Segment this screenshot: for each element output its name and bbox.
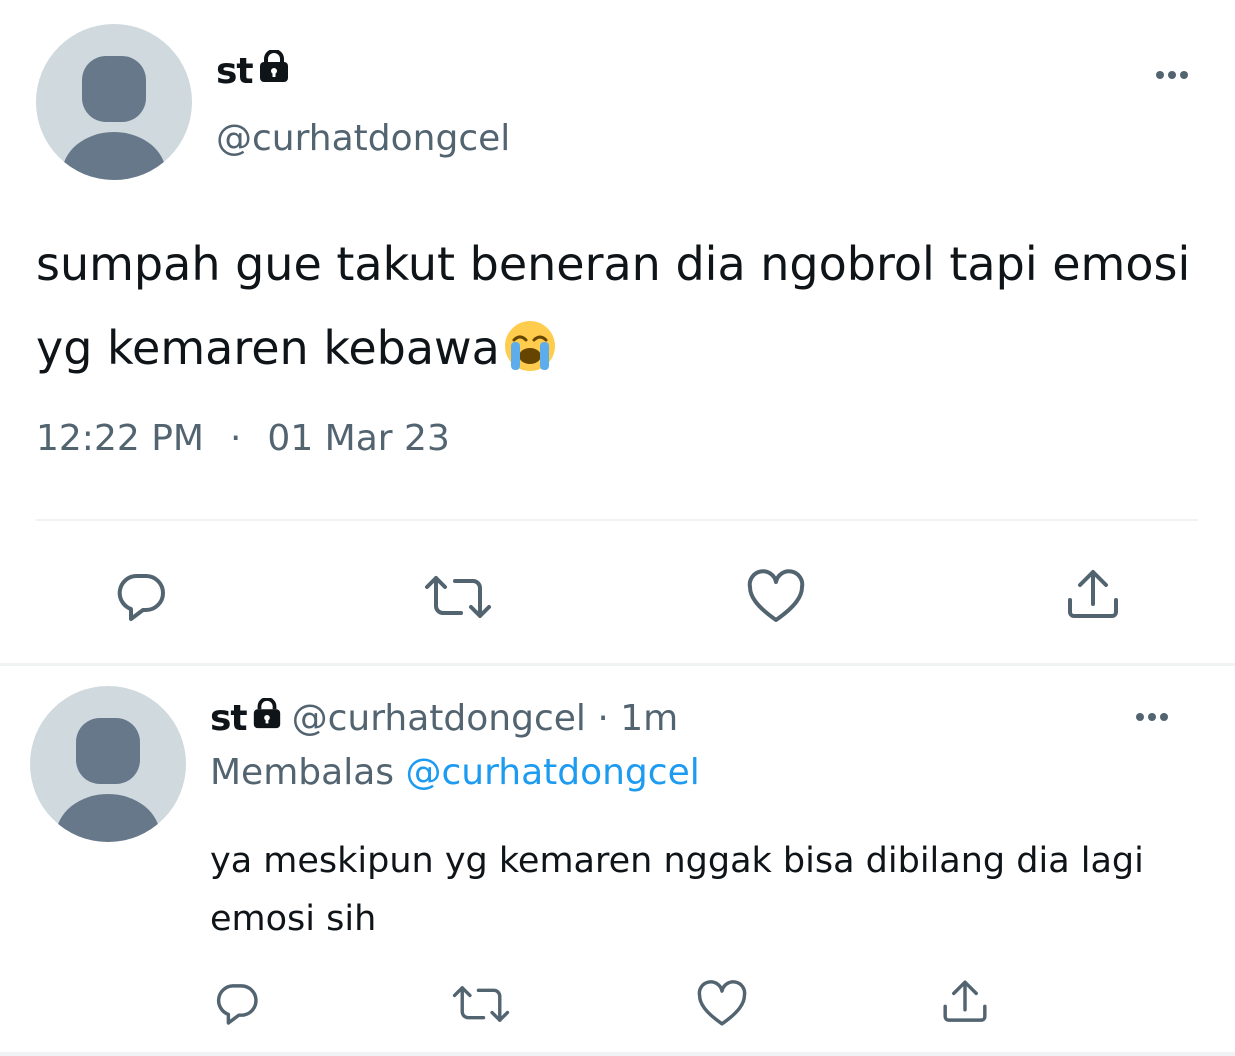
lock-icon <box>250 697 284 739</box>
like-icon[interactable] <box>746 568 806 630</box>
divider <box>36 519 1198 521</box>
tweet-actions <box>0 560 1235 630</box>
reply-text: ya meskipun yg kemaren nggak bisa dibila… <box>210 841 1144 939</box>
loudly-crying-face-icon <box>502 316 558 400</box>
divider <box>0 1052 1235 1056</box>
like-icon[interactable] <box>696 979 748 1033</box>
reply-icon[interactable] <box>212 979 262 1033</box>
replying-to-label: Membalas <box>210 752 395 793</box>
default-avatar-icon <box>62 56 166 180</box>
replying-to-mention[interactable]: @curhatdongcel <box>405 752 699 793</box>
retweet-icon[interactable] <box>424 568 492 630</box>
display-name-text: st <box>216 51 254 92</box>
separator-dot: · <box>229 418 242 459</box>
reply-header: st @curhatdongcel · 1m <box>210 697 679 739</box>
share-icon[interactable] <box>940 977 990 1031</box>
reply-actions <box>0 975 1235 1035</box>
handle[interactable]: @curhatdongcel <box>216 118 510 159</box>
lock-icon <box>256 49 292 93</box>
replying-to: Membalas @curhatdongcel <box>210 752 700 793</box>
tweet-text-body: sumpah gue takut beneran dia ngobrol tap… <box>36 237 1191 375</box>
tweet-separator <box>0 663 1235 666</box>
tweet-text: sumpah gue takut beneran dia ngobrol tap… <box>36 222 1196 400</box>
tweet-date: 01 Mar 23 <box>267 418 450 459</box>
tweet-timestamp[interactable]: 12:22 PM · 01 Mar 23 <box>36 418 450 459</box>
reply-avatar[interactable] <box>30 686 186 842</box>
more-options-icon[interactable] <box>1152 60 1192 90</box>
share-icon[interactable] <box>1064 566 1122 628</box>
default-avatar-icon <box>56 718 160 842</box>
reply-display-name-text: st <box>210 698 248 739</box>
more-options-icon[interactable] <box>1132 702 1172 732</box>
reply-display-name[interactable]: st <box>210 697 284 739</box>
display-name[interactable]: st <box>216 49 292 93</box>
retweet-icon[interactable] <box>452 979 510 1033</box>
tweet-time: 12:22 PM <box>36 418 204 459</box>
reply-handle-time[interactable]: @curhatdongcel · 1m <box>292 698 679 739</box>
reply-icon[interactable] <box>112 568 170 630</box>
avatar[interactable] <box>36 24 192 180</box>
